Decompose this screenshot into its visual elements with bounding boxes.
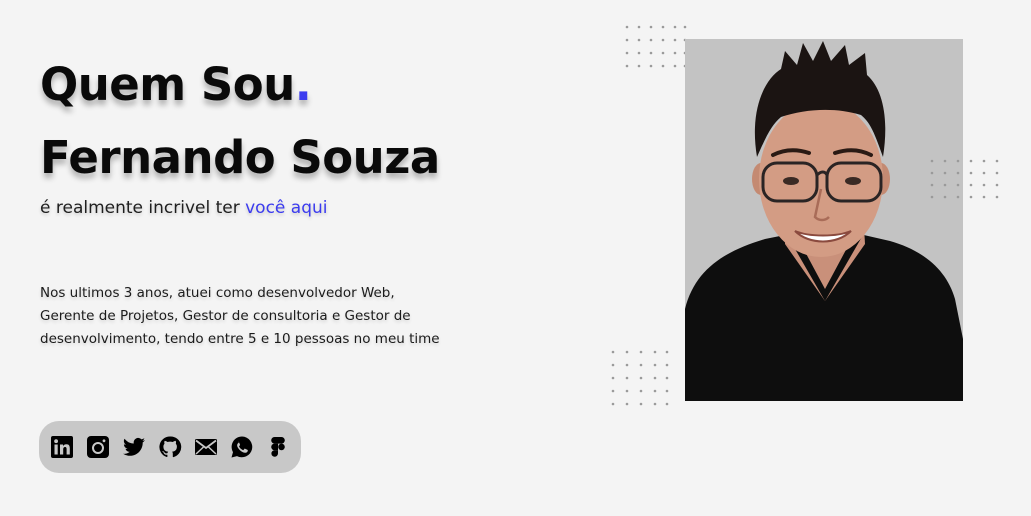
github-icon[interactable]	[158, 435, 182, 459]
tagline: é realmente incrivel ter você aqui	[40, 198, 480, 218]
email-icon[interactable]	[194, 435, 218, 459]
social-links-bar	[39, 421, 301, 473]
decorative-dots-top	[624, 24, 688, 72]
decorative-dots-right	[929, 158, 1001, 200]
title-text: Quem Sou	[40, 58, 295, 111]
bio-paragraph: Nos ultimos 3 anos, atuei como desenvolv…	[40, 285, 440, 347]
instagram-icon[interactable]	[86, 435, 110, 459]
figma-icon[interactable]	[266, 435, 290, 459]
decorative-dots-bottom	[610, 349, 672, 411]
linkedin-icon[interactable]	[50, 435, 74, 459]
profile-photo	[685, 39, 963, 401]
title-dot: .	[294, 58, 312, 111]
about-section: Quem Sou. Fernando Souza é realmente inc…	[0, 0, 1031, 516]
page-title: Quem Sou.	[40, 62, 480, 107]
tagline-highlight: você aqui	[245, 198, 328, 218]
whatsapp-icon[interactable]	[230, 435, 254, 459]
tagline-text: é realmente incrivel ter	[40, 198, 246, 218]
intro-block: Quem Sou. Fernando Souza é realmente inc…	[40, 52, 480, 218]
person-name: Fernando Souza	[40, 131, 440, 184]
twitter-icon[interactable]	[122, 435, 146, 459]
